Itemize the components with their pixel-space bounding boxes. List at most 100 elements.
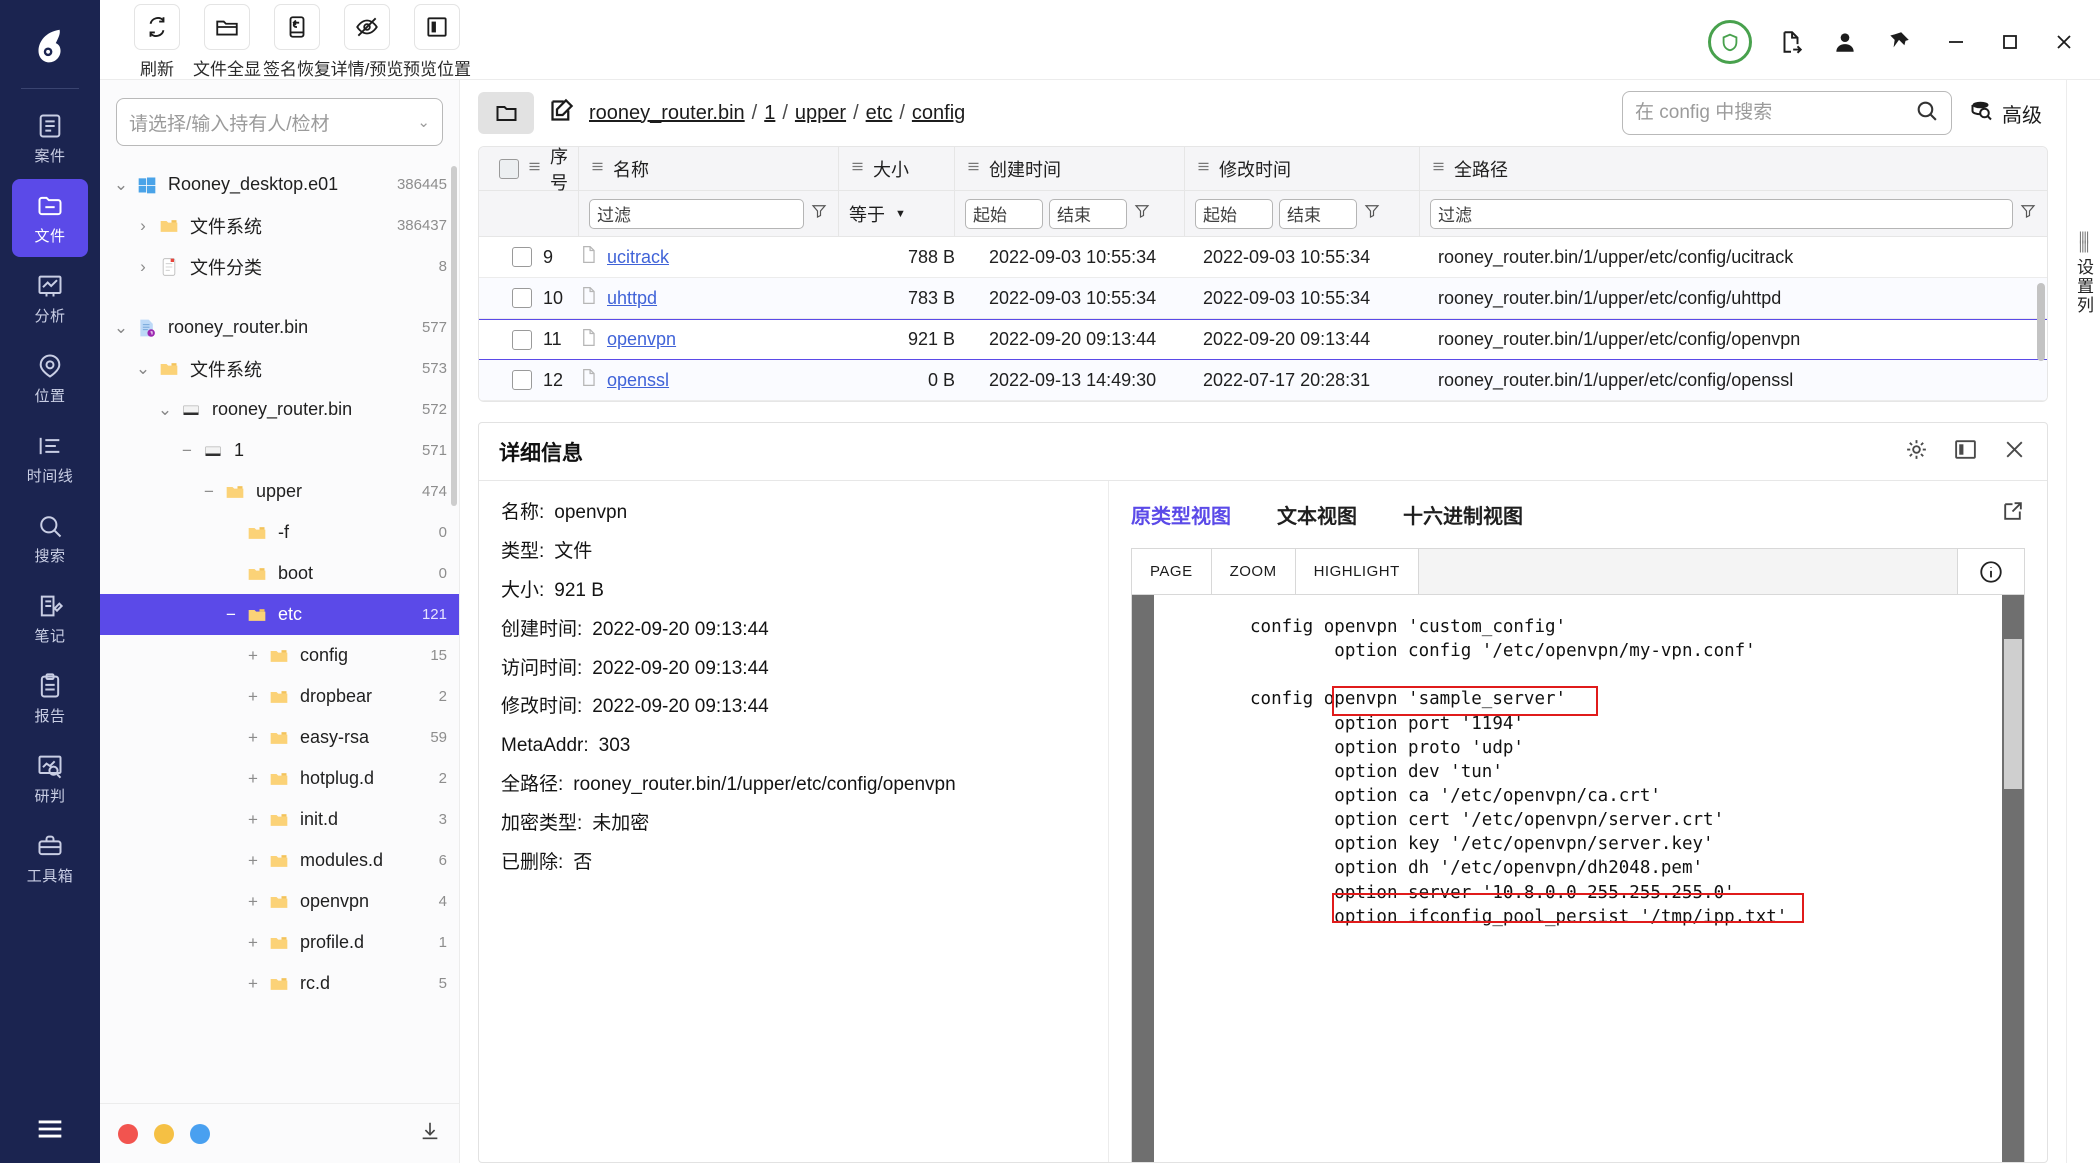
tree-toggle-icon[interactable]: + <box>240 892 266 912</box>
tree-toggle-icon[interactable]: − <box>174 441 200 461</box>
filter-created-start[interactable]: 起始 <box>965 198 1043 229</box>
filter-fullpath-input[interactable]: 过滤 <box>1430 198 2013 229</box>
breadcrumb-item-config[interactable]: config <box>912 102 965 125</box>
tree-toggle-icon[interactable]: ⌄ <box>108 175 134 195</box>
tree-node--[interactable]: › 文件系统 386437 <box>100 205 459 246</box>
search-icon[interactable] <box>1914 98 1939 128</box>
column-header-modified[interactable]: 修改时间 <box>1185 147 1420 190</box>
tree-node-openvpn[interactable]: + openvpn 4 <box>100 881 459 922</box>
tree-node-modules-d[interactable]: + modules.d 6 <box>100 840 459 881</box>
row-checkbox[interactable] <box>512 370 532 390</box>
filter-funnel-icon[interactable] <box>2019 202 2037 225</box>
tree-toggle-icon[interactable]: + <box>240 974 266 994</box>
signature-recovery-button[interactable]: 签名恢复 <box>262 4 332 80</box>
column-header-size[interactable]: 大小 <box>839 147 955 190</box>
file-name-link[interactable]: openvpn <box>607 329 676 350</box>
tree-node-hotplug-d[interactable]: + hotplug.d 2 <box>100 758 459 799</box>
sidebar-item-notes[interactable]: 笔记 <box>12 579 88 657</box>
tree-node-etc[interactable]: − etc 121 <box>100 594 459 635</box>
close-icon[interactable] <box>2002 437 2027 467</box>
tree-toggle-icon[interactable]: + <box>240 646 266 666</box>
tree-node-boot[interactable]: boot 0 <box>100 553 459 594</box>
tab-hex-view[interactable]: 十六进制视图 <box>1403 500 1523 529</box>
minimize-icon[interactable] <box>1942 28 1970 56</box>
tree-toggle-icon[interactable]: + <box>240 810 266 830</box>
file-name-link[interactable]: ucitrack <box>607 247 669 268</box>
tree-node--[interactable]: › 文件分类 8 <box>100 246 459 287</box>
select-all-checkbox[interactable] <box>499 158 519 179</box>
tree-toggle-icon[interactable]: + <box>240 687 266 707</box>
info-icon[interactable] <box>1958 549 2024 594</box>
tree-toggle-icon[interactable]: › <box>130 257 156 277</box>
tree-toggle-icon[interactable]: + <box>240 728 266 748</box>
close-icon[interactable] <box>2050 28 2078 56</box>
sidebar-item-location[interactable]: 位置 <box>12 339 88 417</box>
maximize-icon[interactable] <box>1996 28 2024 56</box>
viewer-scrollbar[interactable] <box>2002 595 2024 1162</box>
row-checkbox[interactable] <box>512 247 532 267</box>
search-input[interactable] <box>1635 102 1914 124</box>
tree-toggle-icon[interactable]: ⌄ <box>108 318 134 338</box>
folder-icon[interactable] <box>478 92 534 134</box>
breadcrumb-item-rooney-router-bin[interactable]: rooney_router.bin <box>589 102 745 125</box>
sidebar-item-analysis[interactable]: 分析 <box>12 259 88 337</box>
column-header-name[interactable]: 名称 <box>579 147 839 190</box>
tree-toggle-icon[interactable]: + <box>240 851 266 871</box>
search-box[interactable] <box>1622 91 1952 135</box>
tree-node-1[interactable]: − 1 571 <box>100 430 459 471</box>
zoom-button[interactable]: ZOOM <box>1212 549 1296 594</box>
column-header-created[interactable]: 创建时间 <box>955 147 1185 190</box>
breadcrumb-item-etc[interactable]: etc <box>866 102 893 125</box>
advanced-search-button[interactable]: 高级 <box>1968 98 2048 128</box>
edit-icon[interactable] <box>548 97 575 129</box>
tab-original-view[interactable]: 原类型视图 <box>1131 500 1231 529</box>
sidebar-item-search[interactable]: 搜索 <box>12 499 88 577</box>
export-file-icon[interactable] <box>1776 27 1806 57</box>
tree-node-init-d[interactable]: + init.d 3 <box>100 799 459 840</box>
table-row[interactable]: 9 ucitrack 788 B 2022-09-03 10:55:34 2022-09… <box>479 237 2047 278</box>
rail-menu-button[interactable] <box>33 1112 67 1163</box>
shield-check-icon[interactable] <box>1708 20 1752 64</box>
breadcrumb-item-upper[interactable]: upper <box>795 102 846 125</box>
tree-node-profile-d[interactable]: + profile.d 1 <box>100 922 459 963</box>
filter-modified-start[interactable]: 起始 <box>1195 198 1273 229</box>
tree-node--[interactable]: ⌄ 文件系统 573 <box>100 348 459 389</box>
sidebar-item-files[interactable]: 文件 <box>12 179 88 257</box>
refresh-button[interactable]: 刷新 <box>122 4 192 80</box>
column-header-index[interactable]: 序号 <box>479 147 579 193</box>
sidebar-item-judgement[interactable]: 研判 <box>12 739 88 817</box>
external-link-icon[interactable] <box>2000 499 2025 530</box>
panel-icon[interactable] <box>1953 437 1978 467</box>
file-name-link[interactable]: openssl <box>607 370 669 391</box>
table-row[interactable]: 12 openssl 0 B 2022-09-13 14:49:30 2022-07-1… <box>479 360 2047 401</box>
holder-select[interactable]: 请选择/输入持有人/检材 ⌄ <box>116 98 443 146</box>
row-checkbox[interactable] <box>512 288 532 308</box>
show-all-files-button[interactable]: 文件全显 <box>192 4 262 80</box>
tree-toggle-icon[interactable]: − <box>196 482 222 502</box>
tree-node-rooney-desktop-e01[interactable]: ⌄ Rooney_desktop.e01 386445 <box>100 164 459 205</box>
tree-toggle-icon[interactable]: › <box>130 216 156 236</box>
sidebar-item-toolbox[interactable]: 工具箱 <box>12 819 88 897</box>
tree-node-rooney-router-bin[interactable]: ⌄ rooney_router.bin 572 <box>100 389 459 430</box>
page-button[interactable]: PAGE <box>1132 549 1212 594</box>
filter-funnel-icon[interactable] <box>1133 202 1151 225</box>
tree-node-rooney-router-bin[interactable]: ⌄ rooney_router.bin 577 <box>100 307 459 348</box>
highlight-button[interactable]: HIGHLIGHT <box>1296 549 1419 594</box>
tree-node-dropbear[interactable]: + dropbear 2 <box>100 676 459 717</box>
sidebar-item-report[interactable]: 报告 <box>12 659 88 737</box>
tab-text-view[interactable]: 文本视图 <box>1277 500 1357 529</box>
row-checkbox[interactable] <box>512 329 532 350</box>
breadcrumb-item-1[interactable]: 1 <box>764 102 775 125</box>
filter-modified-end[interactable]: 结束 <box>1279 198 1357 229</box>
tree-toggle-icon[interactable]: ⌄ <box>130 359 156 379</box>
filter-funnel-icon[interactable] <box>1363 202 1381 225</box>
tree-node--f[interactable]: -f 0 <box>100 512 459 553</box>
tree-node-config[interactable]: + config 15 <box>100 635 459 676</box>
filter-created-end[interactable]: 结束 <box>1049 198 1127 229</box>
file-name-link[interactable]: uhttpd <box>607 288 657 309</box>
filter-size[interactable]: 等于 ▼ <box>839 191 955 236</box>
column-header-fullpath[interactable]: 全路径 <box>1420 147 2047 190</box>
detail-preview-button[interactable]: 详情/预览 <box>331 4 403 80</box>
tree-node-easy-rsa[interactable]: + easy-rsa 59 <box>100 717 459 758</box>
tree-toggle-icon[interactable]: + <box>240 933 266 953</box>
